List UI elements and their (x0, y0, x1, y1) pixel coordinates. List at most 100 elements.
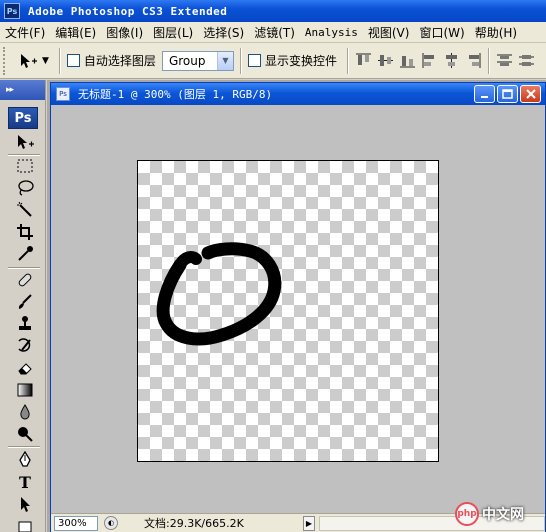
eraser-tool-button[interactable] (14, 358, 36, 378)
menu-view[interactable]: 视图(V) (363, 24, 415, 41)
menu-bar: 文件(F) 编辑(E) 图像(I) 图层(L) 选择(S) 滤镜(T) Anal… (0, 22, 546, 43)
shape-tool-button[interactable] (14, 516, 36, 532)
tool-preset-picker[interactable]: ▼ (14, 47, 53, 75)
history-brush-icon (18, 338, 31, 352)
move-tool-button[interactable] (14, 132, 36, 152)
eyedropper-tool-button[interactable] (14, 244, 36, 264)
document-titlebar[interactable]: Ps 无标题-1 @ 300% (图层 1, RGB/8) (51, 83, 545, 105)
gradient-tool-button[interactable] (14, 380, 36, 400)
show-transform-checkbox[interactable] (247, 54, 261, 67)
site-watermark: php 中文网 (455, 502, 524, 526)
clone-stamp-tool-button[interactable] (14, 314, 36, 334)
divider (58, 47, 61, 74)
auto-select-mode-value: Group (168, 53, 206, 68)
marquee-tool-button[interactable] (14, 156, 36, 176)
lasso-tool-button[interactable] (14, 178, 36, 198)
zoom-level-field[interactable]: 300% (54, 515, 98, 531)
pen-tool-button[interactable] (14, 450, 36, 470)
document-icon: Ps (56, 87, 70, 101)
type-tool-button[interactable]: T (14, 472, 36, 492)
minimize-button[interactable] (474, 85, 495, 103)
crop-icon (17, 224, 33, 240)
menu-filter[interactable]: 滤镜(T) (249, 24, 300, 41)
align-top-edges-icon[interactable] (355, 52, 372, 69)
menu-select[interactable]: 选择(S) (198, 24, 249, 41)
collapse-arrows-icon: ▸▸ (6, 85, 14, 95)
eyedropper-icon (18, 246, 33, 261)
status-arrow-icon[interactable]: ▶ (303, 515, 315, 531)
align-left-edges-icon[interactable] (421, 52, 438, 69)
auto-select-mode-select[interactable]: Group ▼ (161, 50, 234, 71)
close-button[interactable] (520, 85, 541, 103)
toolbox-panel: ▸▸ Ps T (0, 80, 46, 532)
divider (8, 446, 40, 448)
document-window: Ps 无标题-1 @ 300% (图层 1, RGB/8) 300% ◐ 文档:… (50, 82, 546, 532)
blur-tool-button[interactable] (14, 402, 36, 422)
divider (487, 47, 490, 74)
divider (346, 47, 349, 74)
transparent-canvas[interactable] (137, 160, 439, 462)
align-bottom-edges-icon[interactable] (399, 52, 416, 69)
move-tool-icon (21, 53, 37, 68)
options-bar-grip[interactable] (3, 46, 8, 75)
window-controls (474, 85, 541, 103)
align-buttons-group (355, 52, 482, 69)
maximize-icon (502, 88, 513, 99)
healing-bandage-icon (18, 273, 32, 287)
type-tool-icon: T (19, 472, 31, 492)
pen-icon (19, 451, 31, 467)
dodge-tool-button[interactable] (14, 424, 36, 444)
chevron-down-icon: ▼ (42, 55, 49, 66)
menu-edit[interactable]: 编辑(E) (50, 24, 101, 41)
align-horizontal-centers-icon[interactable] (443, 52, 460, 69)
brush-tool-button[interactable] (14, 292, 36, 312)
document-canvas-area[interactable] (51, 105, 545, 509)
eraser-icon (18, 363, 32, 375)
stamp-icon (19, 316, 31, 330)
show-transform-label: 显示变换控件 (264, 54, 337, 68)
toolbox-header[interactable]: ▸▸ (0, 80, 45, 100)
divider (8, 267, 40, 269)
menu-window[interactable]: 窗口(W) (414, 24, 469, 41)
menu-analysis[interactable]: Analysis (300, 26, 363, 39)
app-title: Adobe Photoshop CS3 Extended (28, 4, 228, 18)
auto-select-checkbox[interactable] (66, 54, 80, 67)
menu-image[interactable]: 图像(I) (101, 24, 148, 41)
gradient-icon (17, 383, 33, 397)
distribute-top-icon[interactable] (496, 52, 513, 69)
status-menu-icon[interactable]: ◐ (104, 516, 118, 530)
lasso-icon (18, 180, 34, 196)
options-bar: ▼ 自动选择图层 Group ▼ 显示变换控件 (0, 43, 546, 79)
distribute-buttons-group (496, 52, 535, 69)
magic-wand-icon (17, 201, 32, 217)
close-icon (525, 89, 536, 99)
auto-select-label: 自动选择图层 (83, 54, 156, 68)
maximize-button[interactable] (497, 85, 518, 103)
menu-layer[interactable]: 图层(L) (148, 24, 198, 41)
crop-tool-button[interactable] (14, 222, 36, 242)
divider (239, 47, 242, 74)
magic-wand-tool-button[interactable] (14, 200, 36, 220)
brush-icon (18, 294, 32, 309)
dodge-icon (18, 427, 33, 442)
align-right-edges-icon[interactable] (465, 52, 482, 69)
watermark-text: 中文网 (482, 507, 524, 523)
path-selection-arrow-icon (21, 497, 30, 512)
rectangular-marquee-icon (17, 159, 33, 173)
move-tool-icon (18, 135, 34, 149)
photoshop-logo[interactable]: Ps (8, 107, 38, 129)
brush-stroke-circle (156, 242, 282, 346)
path-selection-tool-button[interactable] (14, 494, 36, 514)
document-size-info: 文档:29.3K/665.2K (144, 517, 244, 530)
photoshop-app-icon: Ps (4, 3, 20, 19)
rectangle-shape-icon (18, 521, 32, 532)
distribute-center-icon[interactable] (518, 52, 535, 69)
menu-file[interactable]: 文件(F) (0, 24, 50, 41)
chevron-down-icon: ▼ (216, 51, 233, 70)
healing-brush-tool-button[interactable] (14, 270, 36, 290)
menu-help[interactable]: 帮助(H) (470, 24, 522, 41)
align-vertical-centers-icon[interactable] (377, 52, 394, 69)
water-drop-icon (20, 404, 30, 420)
history-brush-tool-button[interactable] (14, 336, 36, 356)
app-titlebar: Ps Adobe Photoshop CS3 Extended (0, 0, 546, 22)
